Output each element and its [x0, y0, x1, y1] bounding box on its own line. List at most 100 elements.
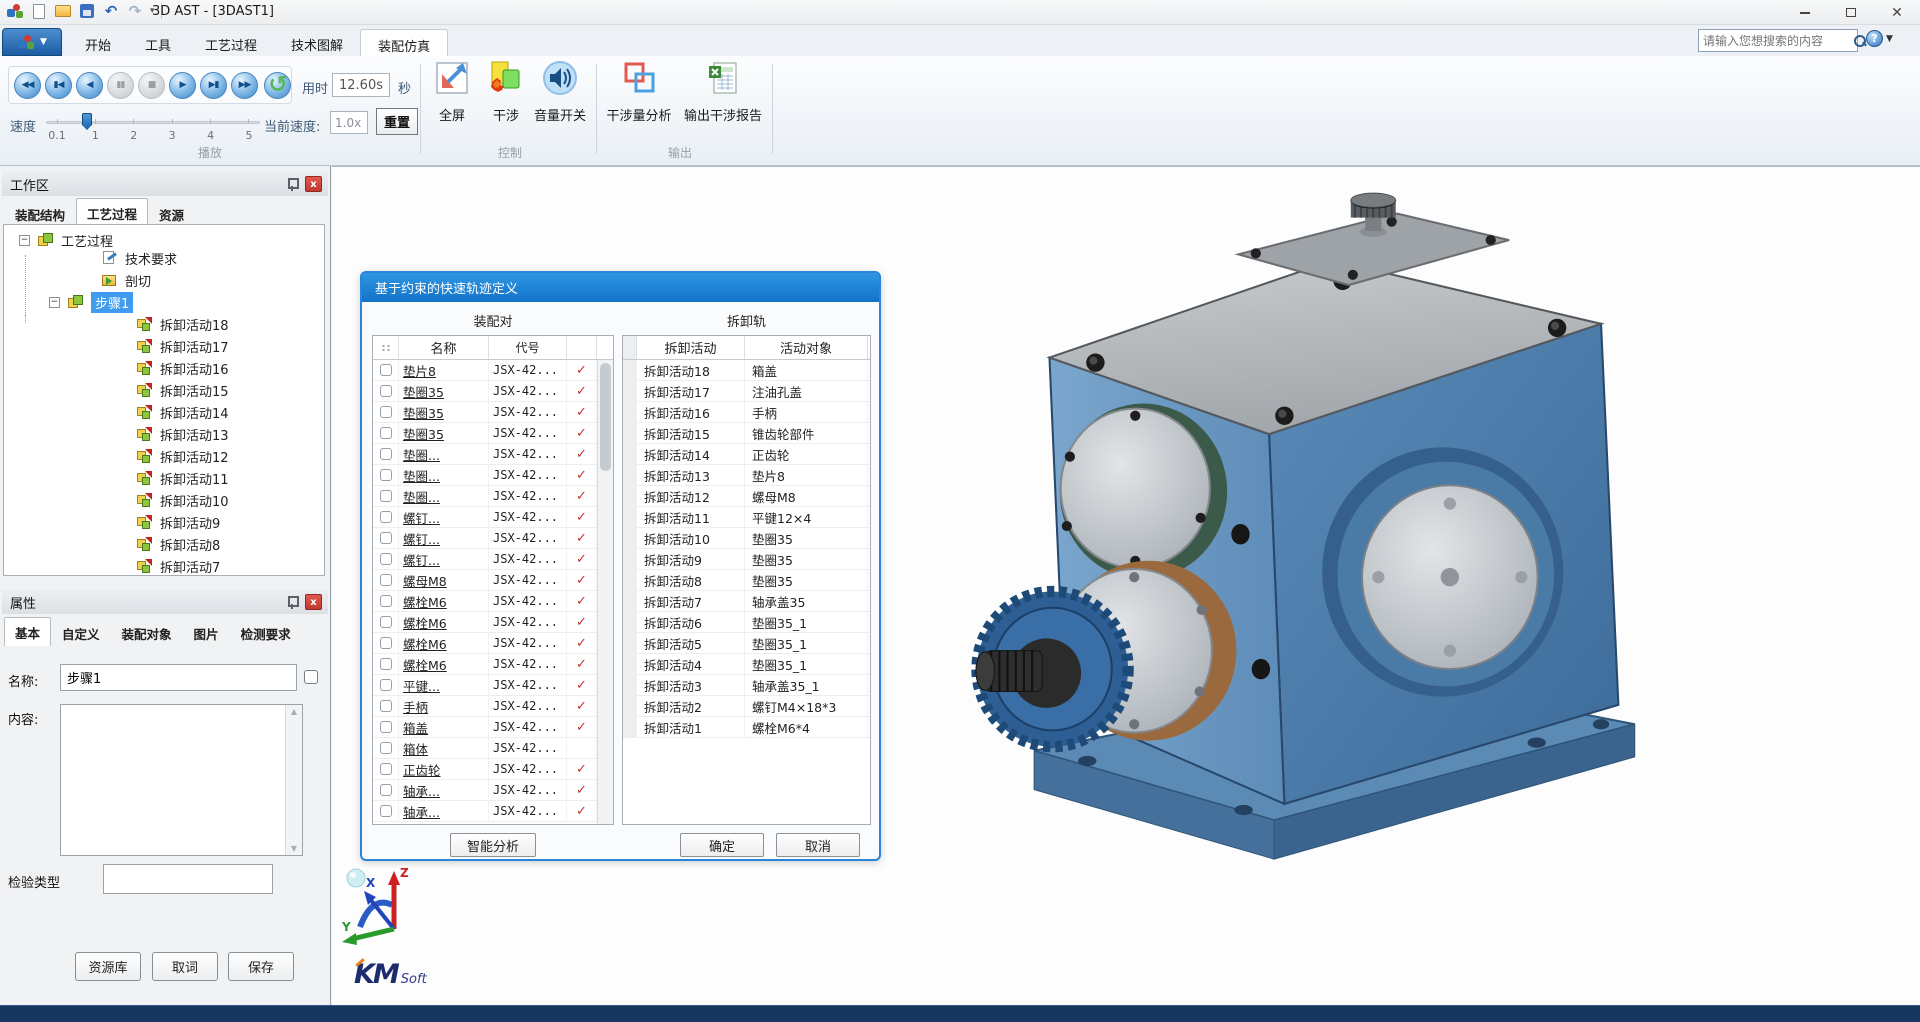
- step-back-button[interactable]: ▮◀: [45, 71, 72, 99]
- row-leader[interactable]: [623, 402, 637, 422]
- part-name-link[interactable]: 螺母M8: [403, 571, 447, 590]
- disassembly-track-row[interactable]: 拆卸活动11 平键12×4: [623, 507, 870, 528]
- assembly-pair-row[interactable]: 螺钉... JSX-42... ✓: [373, 507, 613, 528]
- part-name-link[interactable]: 垫圈...: [403, 466, 440, 485]
- row-leader[interactable]: [623, 360, 637, 380]
- tree-node-activity[interactable]: 拆卸活动11: [4, 467, 324, 489]
- interference-analysis-button[interactable]: 干涉量分析: [602, 60, 676, 124]
- assembly-pair-row[interactable]: 螺钉... JSX-42... ✓: [373, 528, 613, 549]
- name-field[interactable]: [60, 664, 297, 691]
- disassembly-track-row[interactable]: 拆卸活动15 锥齿轮部件: [623, 423, 870, 444]
- cancel-button[interactable]: 取消: [776, 833, 860, 857]
- part-name-link[interactable]: 轴承...: [403, 802, 440, 821]
- row-checkbox[interactable]: [379, 553, 392, 565]
- row-checkbox[interactable]: [379, 511, 392, 523]
- assembly-pair-row[interactable]: 螺母M8 JSX-42... ✓: [373, 570, 613, 591]
- row-leader[interactable]: [623, 381, 637, 401]
- close-icon[interactable]: x: [305, 176, 322, 192]
- row-leader[interactable]: [623, 612, 637, 632]
- reset-button[interactable]: 重置: [376, 108, 418, 135]
- maximize-button[interactable]: [1828, 0, 1874, 25]
- row-leader[interactable]: [623, 654, 637, 674]
- disassembly-track-row[interactable]: 拆卸活动16 手柄: [623, 402, 870, 423]
- row-checkbox[interactable]: [379, 742, 392, 754]
- assembly-pair-row[interactable]: 垫圈35 JSX-42... ✓: [373, 381, 613, 402]
- part-name-link[interactable]: 螺栓M6: [403, 655, 447, 674]
- pause-button[interactable]: ▮▮: [107, 71, 134, 99]
- save-icon[interactable]: [78, 2, 96, 20]
- tree-node-process-root[interactable]: − 工艺过程: [4, 225, 324, 250]
- tree-node-activity[interactable]: 拆卸活动12: [4, 445, 324, 467]
- assembly-pair-row[interactable]: 垫片8 JSX-42... ✓: [373, 360, 613, 381]
- part-name-link[interactable]: 垫圈...: [403, 487, 440, 506]
- part-name-link[interactable]: 手柄: [403, 697, 428, 716]
- row-leader[interactable]: [623, 444, 637, 464]
- tree-node-activity[interactable]: 拆卸活动8: [4, 533, 324, 555]
- row-checkbox[interactable]: [379, 595, 392, 607]
- open-folder-icon[interactable]: [54, 2, 72, 20]
- orientation-triad[interactable]: Z X Y: [342, 865, 422, 953]
- row-checkbox[interactable]: [379, 721, 392, 733]
- row-checkbox[interactable]: [379, 763, 392, 775]
- properties-tab[interactable]: 图片: [183, 618, 230, 647]
- properties-tab[interactable]: 自定义: [51, 618, 111, 647]
- disassembly-track-row[interactable]: 拆卸活动6 垫圈35_1: [623, 612, 870, 633]
- part-name-link[interactable]: 平键...: [403, 676, 440, 695]
- pin-icon[interactable]: [286, 177, 299, 191]
- search-input[interactable]: [1703, 33, 1853, 48]
- interference-button[interactable]: 干涉: [482, 60, 530, 124]
- resource-library-button[interactable]: 资源库: [75, 952, 141, 981]
- assembly-pair-row[interactable]: 螺栓M6 JSX-42... ✓: [373, 591, 613, 612]
- ok-button[interactable]: 确定: [680, 833, 764, 857]
- disassembly-track-row[interactable]: 拆卸活动13 垫片8: [623, 465, 870, 486]
- part-name-link[interactable]: 螺钉...: [403, 508, 440, 527]
- row-leader[interactable]: [623, 717, 637, 737]
- disassembly-track-row[interactable]: 拆卸活动12 螺母M8: [623, 486, 870, 507]
- drag-handle-icon[interactable]: [373, 336, 399, 359]
- tree-node-activity[interactable]: 拆卸活动7: [4, 555, 324, 575]
- disassembly-track-row[interactable]: 拆卸活动3 轴承盖35_1: [623, 675, 870, 696]
- row-leader[interactable]: [623, 549, 637, 569]
- search-box[interactable]: [1698, 29, 1866, 52]
- part-name-link[interactable]: 垫圈35: [403, 403, 444, 422]
- row-leader[interactable]: [623, 465, 637, 485]
- assembly-pair-row[interactable]: 垫圈35 JSX-42... ✓: [373, 402, 613, 423]
- disassembly-track-row[interactable]: 拆卸活动5 垫圈35_1: [623, 633, 870, 654]
- tree-node-activity[interactable]: 拆卸活动10: [4, 489, 324, 511]
- tree-node-activity[interactable]: 拆卸活动9: [4, 511, 324, 533]
- assembly-pair-row[interactable]: 垫圈35 JSX-42... ✓: [373, 423, 613, 444]
- tree-node-step1[interactable]: − 步骤1: [4, 291, 324, 313]
- disassembly-track-row[interactable]: 拆卸活动17 注油孔盖: [623, 381, 870, 402]
- assembly-pair-row[interactable]: 轴承... JSX-42... ✓: [373, 780, 613, 801]
- row-checkbox[interactable]: [379, 574, 392, 586]
- part-name-link[interactable]: 螺钉...: [403, 529, 440, 548]
- assembly-pair-row[interactable]: 轴承... JSX-42... ✓: [373, 801, 613, 822]
- disassembly-track-row[interactable]: 拆卸活动4 垫圈35_1: [623, 654, 870, 675]
- table-scrollbar[interactable]: [597, 360, 613, 824]
- elapsed-time-field[interactable]: 12.60s: [332, 73, 390, 97]
- tree-node-activity[interactable]: 拆卸活动13: [4, 423, 324, 445]
- help-button[interactable]: ? ▼: [1866, 30, 1893, 47]
- disassembly-track-table[interactable]: 拆卸活动 活动对象 拆卸活动18 箱盖 拆卸活动17 注油孔盖 拆卸活动16 手…: [622, 335, 871, 825]
- row-checkbox[interactable]: [379, 616, 392, 628]
- tree-node-section-cut[interactable]: 剖切: [4, 269, 324, 291]
- tree-node-activity[interactable]: 拆卸活动18: [4, 313, 324, 335]
- assembly-pair-row[interactable]: 箱体 JSX-42... ✓: [373, 738, 613, 759]
- current-speed-field[interactable]: 1.0x: [330, 111, 368, 134]
- row-checkbox[interactable]: [379, 658, 392, 670]
- check-type-field[interactable]: [103, 864, 273, 894]
- row-leader[interactable]: [623, 486, 637, 506]
- part-name-link[interactable]: 螺栓M6: [403, 634, 447, 653]
- part-name-link[interactable]: 箱体: [403, 739, 428, 758]
- assembly-pair-row[interactable]: 垫圈... JSX-42... ✓: [373, 486, 613, 507]
- dialog-titlebar[interactable]: 基于约束的快速轨迹定义: [362, 273, 879, 302]
- step-forward-button[interactable]: ▶▮: [200, 71, 227, 99]
- part-name-link[interactable]: 螺栓M6: [403, 613, 447, 632]
- disassembly-track-row[interactable]: 拆卸活动18 箱盖: [623, 360, 870, 381]
- fullscreen-button[interactable]: 全屏: [424, 60, 480, 124]
- assembly-pair-row[interactable]: 螺栓M6 JSX-42... ✓: [373, 612, 613, 633]
- assembly-pair-table[interactable]: 名称 代号 垫片8 JSX-42... ✓ 垫圈35 JSX-42... ✓ 垫…: [372, 335, 614, 825]
- tree-node-activity[interactable]: 拆卸活动15: [4, 379, 324, 401]
- part-name-link[interactable]: 螺栓M6: [403, 592, 447, 611]
- disassembly-track-row[interactable]: 拆卸活动8 垫圈35: [623, 570, 870, 591]
